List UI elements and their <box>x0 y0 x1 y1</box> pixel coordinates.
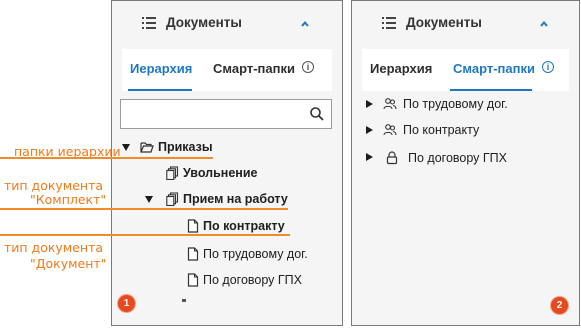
tab-hierarchy[interactable]: Иерархия <box>370 61 432 76</box>
tree-item-dismissal[interactable]: Увольнение <box>166 164 316 184</box>
tree-item-label: Прием на работу <box>183 192 288 206</box>
annotation-line-document <box>0 234 290 236</box>
tree-item-label: По трудовому дог. <box>203 247 308 261</box>
kit-document-icon <box>166 192 179 206</box>
chevron-up-icon[interactable] <box>540 20 548 28</box>
search-input[interactable] <box>125 101 299 129</box>
panel-title: Документы <box>406 15 482 30</box>
step-badge: 2 <box>551 297 568 314</box>
annotation-document-type-line2: "Документ" <box>30 256 107 271</box>
list-icon <box>382 17 396 29</box>
annotation-line-kit <box>0 208 288 210</box>
document-icon <box>187 247 199 261</box>
step-badge: 1 <box>118 295 135 312</box>
list-icon <box>142 17 156 29</box>
lock-icon <box>386 151 398 165</box>
tab-bar: Иерархия Смарт-папки i <box>122 49 332 91</box>
expand-arrow-icon[interactable] <box>366 126 373 134</box>
tree-item-label: По контракту <box>203 219 285 233</box>
tab-hierarchy[interactable]: Иерархия <box>130 61 192 76</box>
panel-header[interactable]: Документы <box>352 14 579 36</box>
expand-arrow-icon[interactable] <box>122 144 130 151</box>
document-icon <box>187 273 199 287</box>
annotation-document-type-line1: тип документа <box>4 240 104 255</box>
tree-item-partial <box>182 299 186 302</box>
search-icon[interactable] <box>309 106 325 122</box>
tab-smart-folders[interactable]: Смарт-папки <box>453 61 535 76</box>
annotation-line-folders <box>0 157 213 159</box>
smart-folder-label: По договору ГПХ <box>408 151 507 165</box>
tree-item-orders[interactable]: Приказы <box>122 138 322 158</box>
tree-item-label: Приказы <box>158 140 213 154</box>
users-icon <box>383 98 397 110</box>
panel-header[interactable]: Документы <box>112 14 342 36</box>
smart-folder-label: По контракту <box>403 123 480 137</box>
info-icon[interactable]: i <box>542 61 554 73</box>
tree-item-label: Увольнение <box>183 166 258 180</box>
tree-item-gph-contract[interactable]: По договору ГПХ <box>186 271 326 291</box>
folder-open-icon <box>140 142 154 153</box>
active-tab-indicator <box>128 89 192 91</box>
smart-folder-labor-contract[interactable]: По трудовому дог. <box>366 96 566 116</box>
tab-smart-folders[interactable]: Смарт-папки <box>213 61 295 76</box>
tree-item-label: По договору ГПХ <box>203 273 302 287</box>
document-icon <box>187 219 199 233</box>
chevron-up-icon[interactable] <box>301 20 309 28</box>
kit-document-icon <box>166 166 179 180</box>
expand-arrow-icon[interactable] <box>145 196 153 203</box>
tab-bar: Иерархия Смарт-папки i <box>362 49 569 91</box>
panel-title: Документы <box>166 15 242 30</box>
annotation-kit-type-line1: тип документа <box>4 178 104 193</box>
tree-item-labor-contract[interactable]: По трудовому дог. <box>186 245 336 265</box>
annotation-kit-type-line2: "Комплект" <box>30 192 107 207</box>
documents-panel-smart-folders: Документы Иерархия Смарт-папки i По труд… <box>351 0 580 326</box>
users-icon <box>383 124 397 136</box>
expand-arrow-icon[interactable] <box>366 100 373 108</box>
smart-folder-gph-contract[interactable]: По договору ГПХ <box>366 149 566 169</box>
smart-folder-label: По трудовому дог. <box>403 97 508 111</box>
info-icon[interactable]: i <box>302 61 314 73</box>
smart-folder-contract[interactable]: По контракту <box>366 122 566 142</box>
documents-panel-hierarchy: Документы Иерархия Смарт-папки i Приказы <box>111 0 343 326</box>
expand-arrow-icon[interactable] <box>366 153 373 161</box>
active-tab-indicator <box>450 89 532 91</box>
tree-item-hiring[interactable]: Прием на работу <box>145 190 325 210</box>
search-box <box>120 99 332 129</box>
